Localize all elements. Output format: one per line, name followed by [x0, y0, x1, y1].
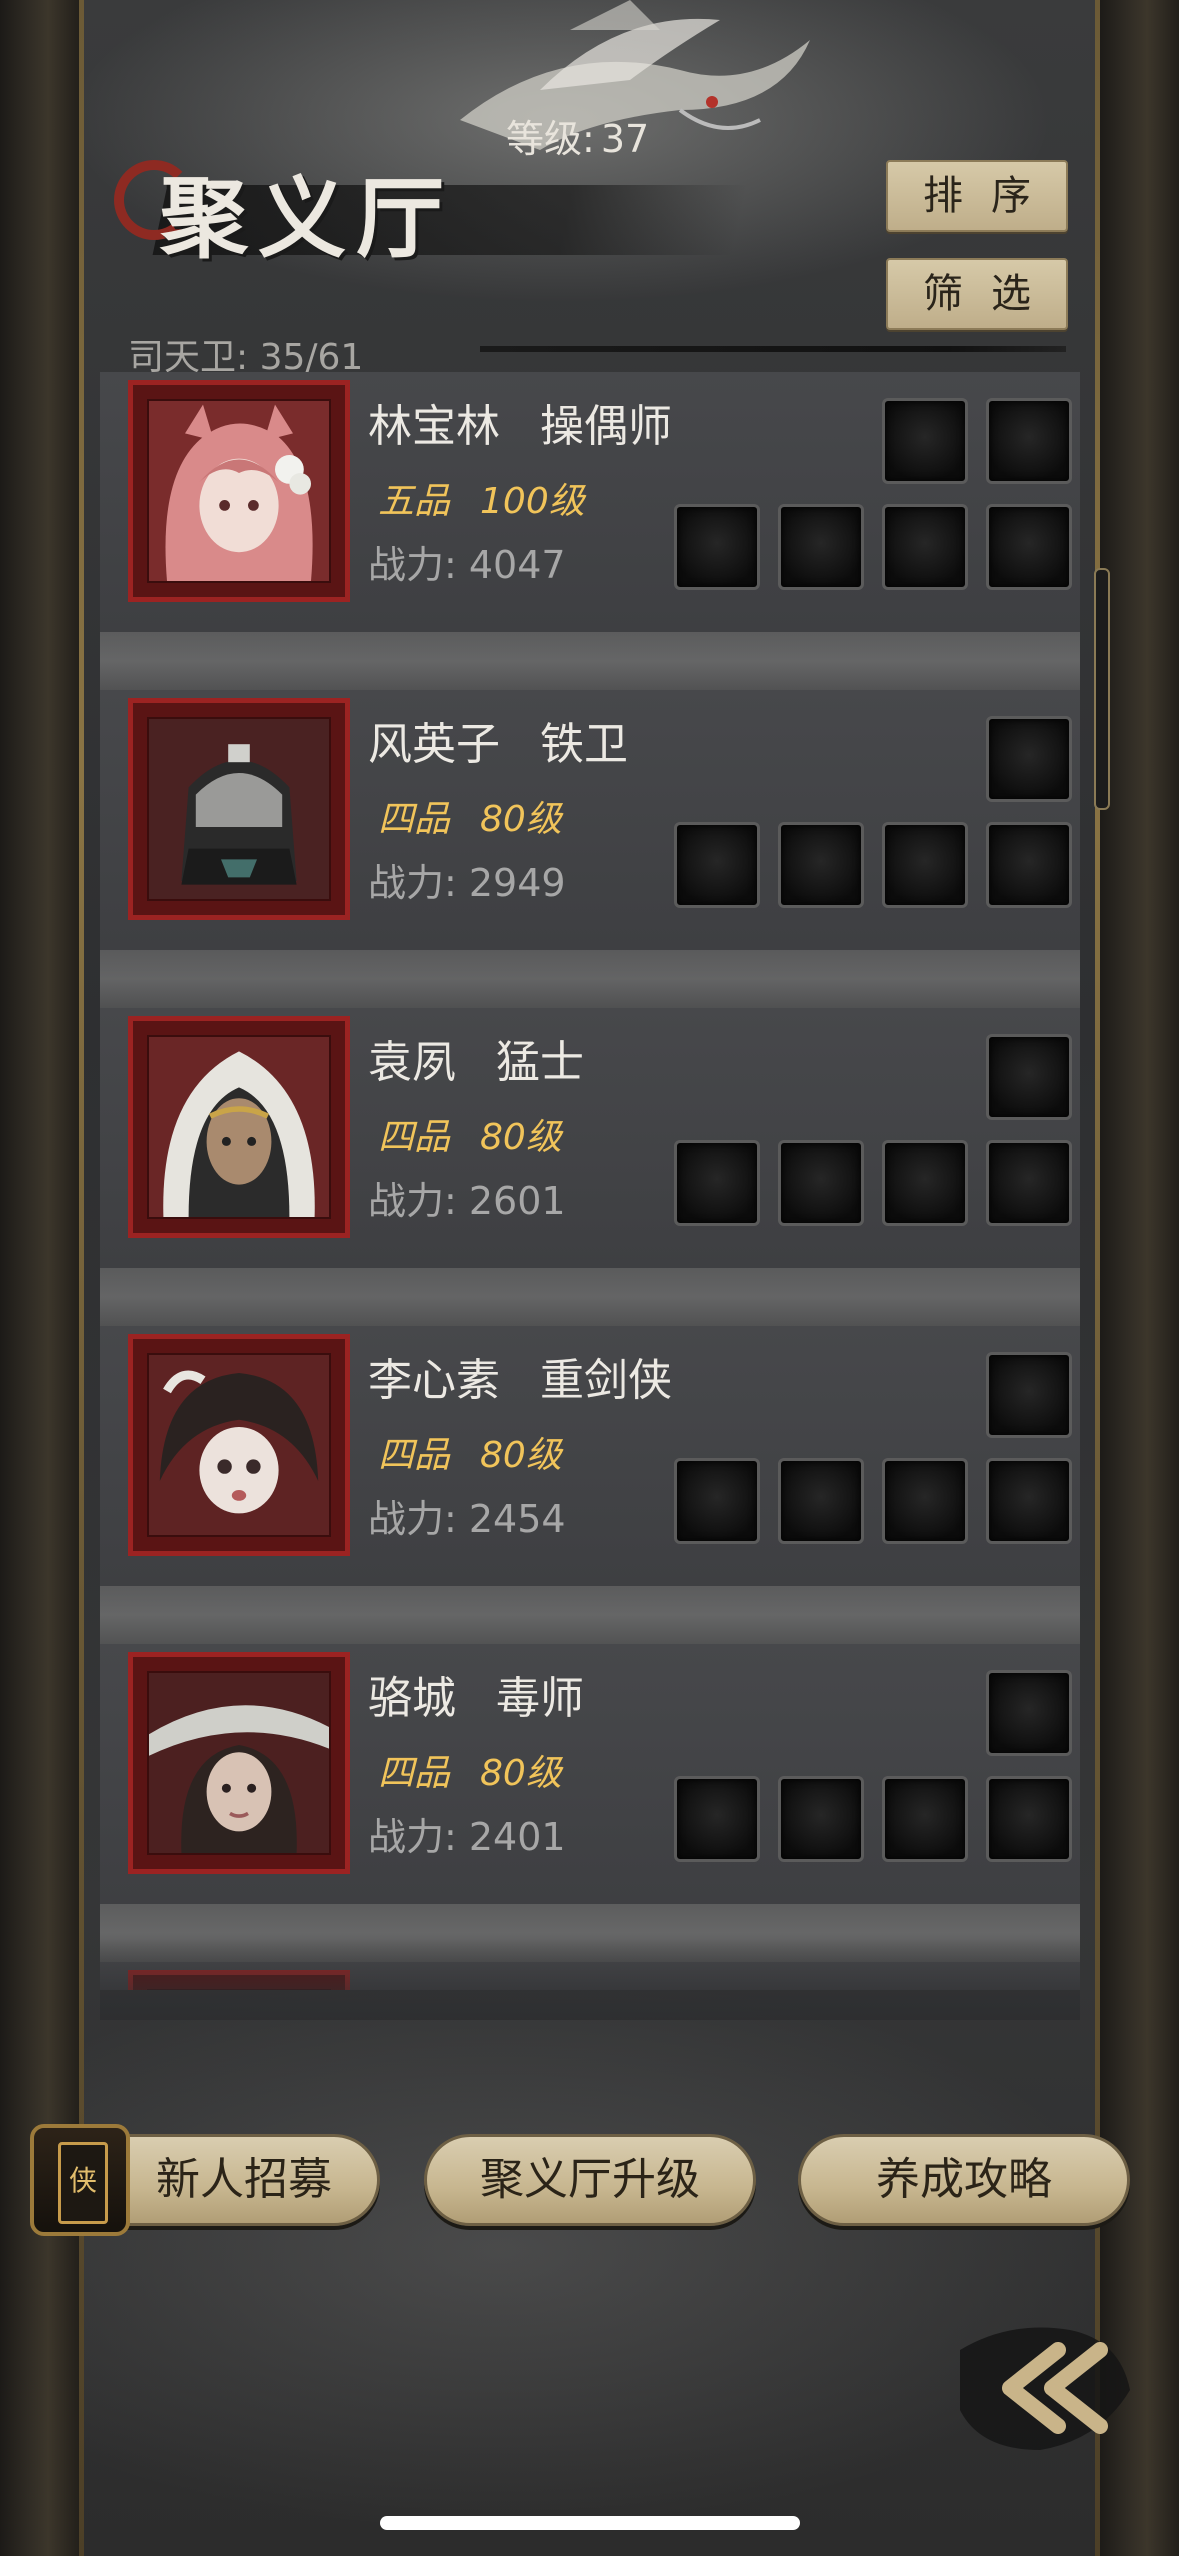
equipment-slot[interactable]: [778, 504, 864, 590]
equipment-slot[interactable]: [986, 822, 1072, 908]
hero-rank: 四品: [378, 1117, 451, 1158]
hero-rank-line: 五品 100级: [378, 472, 585, 524]
list-scrollbar[interactable]: [1094, 568, 1110, 810]
equipment-slot[interactable]: [986, 1352, 1072, 1438]
hero-card[interactable]: 李心素 重剑侠 四品 80级 战力: 2454: [100, 1326, 1080, 1644]
hero-rank-line: 四品 80级: [378, 790, 562, 842]
equipment-slot[interactable]: [778, 1776, 864, 1862]
hero-card[interactable]: 林宝林 操偶师 五品 100级 战力: 4047: [100, 372, 1080, 690]
equipment-slot[interactable]: [778, 822, 864, 908]
hero-rank-line: 四品 80级: [378, 1426, 562, 1478]
hero-class: 猛士: [496, 1037, 584, 1088]
hero-level: 80级: [480, 1753, 562, 1794]
hall-level: 等级: 37: [500, 108, 649, 163]
pink-haired-girl-portrait: [149, 401, 329, 581]
hero-name-line: 袁夙 猛士: [368, 1026, 584, 1090]
hero-portrait-frame[interactable]: [128, 1652, 350, 1874]
equipment-slot[interactable]: [986, 1670, 1072, 1756]
hero-portrait-frame[interactable]: [128, 1334, 350, 1556]
hero-class: 毒师: [496, 1673, 584, 1724]
hero-rank-line: 四品 80级: [378, 1108, 562, 1160]
equipment-slot[interactable]: [882, 504, 968, 590]
hero-class: 重剑侠: [540, 1355, 672, 1406]
hero-list[interactable]: 林宝林 操偶师 五品 100级 战力: 4047 风英子 铁卫 四品 80级 战…: [100, 372, 1080, 1990]
hero-rank-line: 四品 80级: [378, 1744, 562, 1796]
back-double-chevron-icon[interactable]: [950, 2310, 1140, 2460]
hero-rank: 四品: [378, 1753, 451, 1794]
hero-level: 80级: [480, 1435, 562, 1476]
training-guide-button[interactable]: 养成攻略: [798, 2134, 1130, 2226]
equipment-slot[interactable]: [674, 1776, 760, 1862]
hero-portrait-frame[interactable]: [128, 380, 350, 602]
level-label: 等级:: [506, 117, 595, 161]
equipment-slot[interactable]: [674, 1458, 760, 1544]
hero-name: 风英子: [368, 719, 500, 770]
filter-button[interactable]: 筛选: [886, 258, 1068, 330]
hero-class: 操偶师: [540, 401, 672, 452]
equipment-slot[interactable]: [986, 1458, 1072, 1544]
hero-name: 李心素: [368, 1355, 500, 1406]
hero-card[interactable]: 风英子 铁卫 四品 80级 战力: 2949: [100, 690, 1080, 1008]
home-indicator[interactable]: [380, 2516, 800, 2530]
hero-card[interactable]: 骆城 毒师 四品 80级 战力: 2401: [100, 1644, 1080, 1962]
hero-power: 战力: 2401: [368, 1815, 566, 1859]
equipment-slot[interactable]: [986, 1776, 1072, 1862]
equipment-slot[interactable]: [882, 822, 968, 908]
armored-helmet-portrait: [149, 719, 329, 899]
equipment-slot[interactable]: [674, 504, 760, 590]
equipment-slot[interactable]: [674, 1140, 760, 1226]
equipment-slot[interactable]: [882, 1776, 968, 1862]
hero-name-line: 林宝林 操偶师: [368, 390, 672, 454]
hero-power: 战力: 2601: [368, 1179, 566, 1223]
hero-power: 战力: 2949: [368, 861, 566, 905]
list-fade: [100, 1940, 1080, 2020]
hero-class: 铁卫: [540, 719, 628, 770]
hero-name-line: 骆城 毒师: [368, 1662, 584, 1726]
equipment-slot[interactable]: [882, 1458, 968, 1544]
page-title: 聚义厅: [160, 166, 455, 270]
equipment-slot[interactable]: [882, 398, 968, 484]
equipment-slot[interactable]: [778, 1458, 864, 1544]
dark-haired-girl-portrait: [149, 1355, 329, 1535]
equipment-slot[interactable]: [674, 822, 760, 908]
hero-power: 战力: 4047: [368, 543, 566, 587]
hall-upgrade-button[interactable]: 聚义厅升级: [424, 2134, 756, 2226]
hero-level: 80级: [480, 799, 562, 840]
equipment-slot[interactable]: [986, 716, 1072, 802]
hero-card[interactable]: 袁夙 猛士 四品 80级 战力: 2601: [100, 1008, 1080, 1326]
straw-hat-woman-portrait: [149, 1673, 329, 1853]
equipment-slot[interactable]: [986, 504, 1072, 590]
hero-power: 战力: 2454: [368, 1497, 566, 1541]
hero-name-line: 李心素 重剑侠: [368, 1344, 672, 1408]
equipment-slot[interactable]: [778, 1140, 864, 1226]
hero-level: 80级: [480, 1117, 562, 1158]
hero-name: 袁夙: [368, 1037, 456, 1088]
equipment-slot[interactable]: [986, 398, 1072, 484]
hero-portrait-frame[interactable]: [128, 698, 350, 920]
hero-rank: 四品: [378, 1435, 451, 1476]
hero-level: 100级: [480, 481, 585, 522]
divider: [480, 346, 1066, 352]
hero-name: 骆城: [368, 1673, 456, 1724]
hero-rank: 五品: [378, 481, 451, 522]
sort-button[interactable]: 排序: [886, 160, 1068, 232]
xia-plaque: 侠: [58, 2142, 108, 2224]
hero-rank: 四品: [378, 799, 451, 840]
hero-portrait-frame[interactable]: [128, 1016, 350, 1238]
recruit-emblem-icon[interactable]: 侠: [30, 2124, 130, 2236]
hero-name-line: 风英子 铁卫: [368, 708, 628, 772]
equipment-slot[interactable]: [882, 1140, 968, 1226]
level-value: 37: [600, 117, 650, 161]
hero-name: 林宝林: [368, 401, 500, 452]
equipment-slot[interactable]: [986, 1140, 1072, 1226]
hooded-warrior-portrait: [149, 1037, 329, 1217]
equipment-slot[interactable]: [986, 1034, 1072, 1120]
